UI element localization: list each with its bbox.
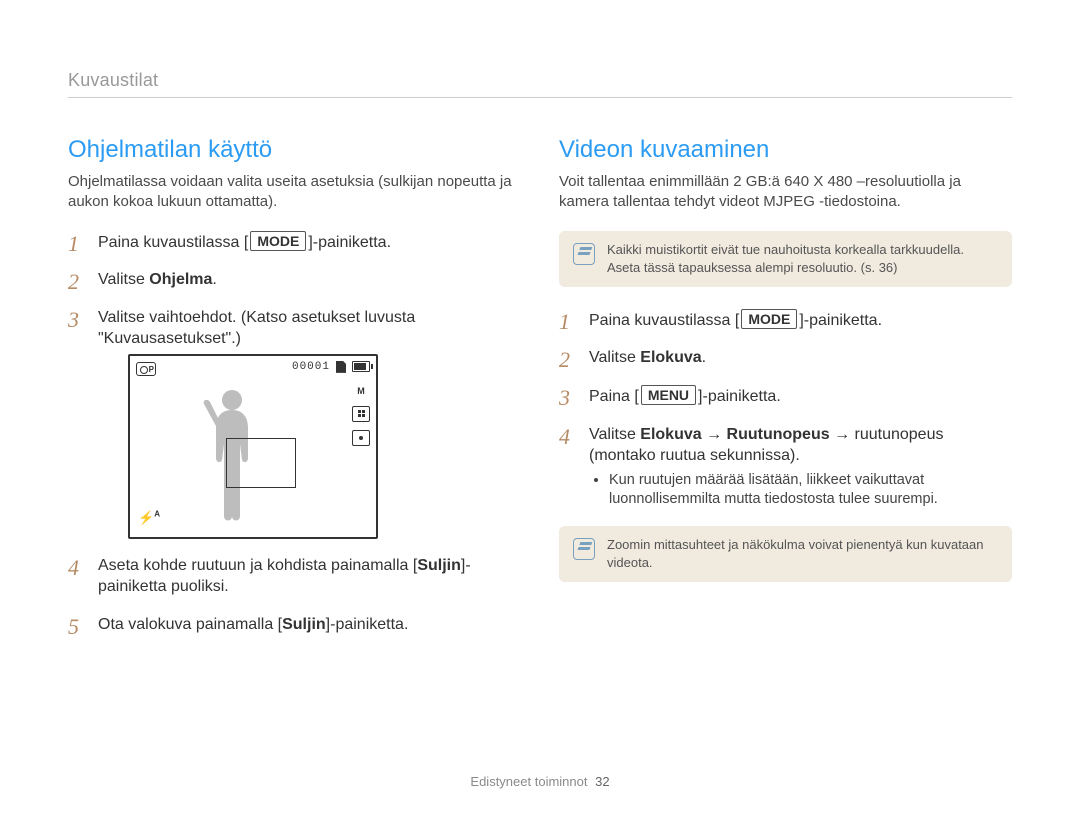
flash-auto-icon: ⚡A: [138, 509, 160, 527]
step-text: Valitse: [98, 271, 149, 288]
sd-card-icon: [336, 361, 346, 373]
bullet-item: Kun ruutujen määrää lisätään, liikkeet v…: [609, 471, 1012, 510]
manual-page: Kuvaustilat Ohjelmatilan käyttö Ohjelmat…: [0, 0, 1080, 652]
battery-icon: [352, 361, 370, 372]
step-text: ]-painiketta.: [698, 388, 781, 405]
step-item: Valitse Ohjelma.: [68, 269, 521, 291]
step-text: Ota valokuva painamalla [: [98, 616, 282, 633]
mode-button-label: MODE: [250, 231, 306, 251]
note-box: Zoomin mittasuhteet ja näkökulma voivat …: [559, 526, 1012, 582]
step-text: ]-painiketta.: [799, 312, 882, 329]
step-sub-bullet: Kun ruutujen määrää lisätään, liikkeet v…: [605, 471, 1012, 510]
step-bold: Ohjelma: [149, 271, 212, 288]
step-text: Aseta kohde ruutuun ja kohdista painamal…: [98, 557, 417, 574]
step-text: .: [702, 349, 706, 366]
section-title-program-mode: Ohjelmatilan käyttö: [68, 136, 521, 164]
step-item: Paina kuvaustilassa [MODE]-painiketta.: [68, 231, 521, 254]
step-text: Paina kuvaustilassa [: [589, 312, 739, 329]
quality-grid-icon: [352, 406, 370, 422]
step-text: Valitse: [589, 426, 640, 443]
step-arrow: →: [702, 426, 727, 443]
step-item: Paina [MENU]-painiketta.: [559, 385, 1012, 408]
menu-button-label: MENU: [641, 385, 696, 405]
left-column: Ohjelmatilan käyttö Ohjelmatilassa voida…: [68, 136, 521, 652]
step-item: Valitse Elokuva.: [559, 347, 1012, 369]
focus-frame-icon: [226, 438, 296, 488]
step-text: Paina [: [589, 388, 639, 405]
step-text: Valitse vaihtoehdot. (Katso asetukset lu…: [98, 309, 415, 348]
steps-list-left: Paina kuvaustilassa [MODE]-painiketta. V…: [68, 231, 521, 636]
metering-icon: [352, 430, 370, 446]
note-text: Zoomin mittasuhteet ja näkökulma voivat …: [607, 536, 998, 572]
step-text: ]-painiketta.: [326, 616, 409, 633]
two-column-layout: Ohjelmatilan käyttö Ohjelmatilassa voida…: [68, 136, 1012, 652]
step-item: Ota valokuva painamalla [Suljin]-painike…: [68, 614, 521, 636]
steps-list-right: Paina kuvaustilassa [MODE]-painiketta. V…: [559, 309, 1012, 510]
page-footer: Edistyneet toiminnot 32: [0, 774, 1080, 789]
camera-lcd-screenshot: 00001 M: [128, 354, 378, 539]
step-text: .: [212, 271, 216, 288]
resolution-icon: M: [352, 384, 370, 398]
note-icon: [573, 243, 595, 265]
step-item: Valitse Elokuva → Ruutunopeus → ruutunop…: [559, 424, 1012, 510]
step-item: Paina kuvaustilassa [MODE]-painiketta.: [559, 309, 1012, 332]
step-item: Aseta kohde ruutuun ja kohdista painamal…: [68, 555, 521, 598]
section-intro: Ohjelmatilassa voidaan valita useita ase…: [68, 172, 521, 213]
step-text: ]-painiketta.: [308, 234, 391, 251]
note-box: Kaikki muistikortit eivät tue nauhoitust…: [559, 231, 1012, 287]
step-arrow: →: [830, 426, 855, 443]
step-bold: Suljin: [282, 616, 326, 633]
step-bold: Elokuva: [640, 426, 701, 443]
step-text: Paina kuvaustilassa [: [98, 234, 248, 251]
step-bold: Elokuva: [640, 349, 701, 366]
section-intro: Voit tallentaa enimmillään 2 GB:ä 640 X …: [559, 172, 1012, 213]
lcd-right-icon-stack: M: [352, 384, 370, 446]
page-number: 32: [595, 774, 609, 789]
right-column: Videon kuvaaminen Voit tallentaa enimmil…: [559, 136, 1012, 652]
note-icon: [573, 538, 595, 560]
footer-section-label: Edistyneet toiminnot: [470, 774, 587, 789]
note-text: Kaikki muistikortit eivät tue nauhoitust…: [607, 241, 998, 277]
step-text: Valitse: [589, 349, 640, 366]
section-title-video: Videon kuvaaminen: [559, 136, 1012, 164]
breadcrumb: Kuvaustilat: [68, 70, 1012, 98]
step-bold: Suljin: [417, 557, 461, 574]
camera-mode-icon: [136, 362, 156, 376]
step-item: Valitse vaihtoehdot. (Katso asetukset lu…: [68, 307, 521, 539]
step-bold: Ruutunopeus: [727, 426, 830, 443]
mode-button-label: MODE: [741, 309, 797, 329]
frame-counter: 00001: [292, 360, 330, 375]
